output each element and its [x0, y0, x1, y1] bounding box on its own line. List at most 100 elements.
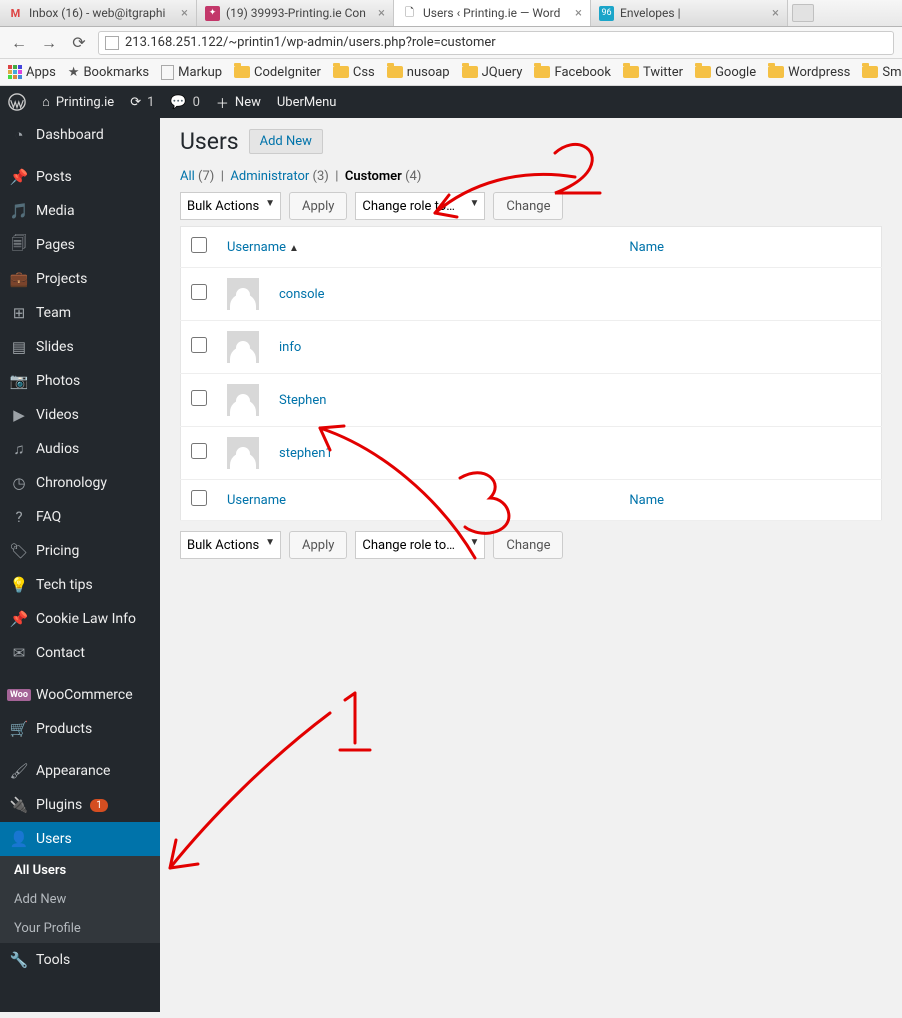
change-button[interactable]: Change — [493, 192, 563, 220]
row-checkbox[interactable] — [191, 284, 207, 300]
sidebar-item-users[interactable]: 👤Users — [0, 822, 160, 856]
wp-admin-bar: ⌂Printing.ie ⟳1 💬0 ＋New UberMenu — [0, 86, 902, 118]
updates-link[interactable]: ⟳1 — [130, 95, 154, 110]
sidebar-item-tools[interactable]: 🔧Tools — [0, 943, 160, 977]
sidebar-item-pages[interactable]: 🗐Pages — [0, 228, 160, 262]
select-all-checkbox[interactable] — [191, 237, 207, 253]
sidebar-item-label: Photos — [36, 373, 80, 389]
avatar — [227, 331, 259, 363]
bookmark-folder[interactable]: CodeIgniter — [234, 65, 321, 80]
comments-link[interactable]: 💬0 — [170, 95, 200, 110]
bulk-actions-select[interactable]: Bulk Actions — [180, 531, 281, 559]
sidebar-item-tech-tips[interactable]: 💡Tech tips — [0, 568, 160, 602]
ubermenu-link[interactable]: UberMenu — [277, 95, 337, 110]
filter-administrator[interactable]: Administrator — [230, 169, 309, 184]
wp-logo[interactable] — [8, 93, 26, 111]
tag-icon: 🏷 — [10, 542, 28, 560]
username-link[interactable]: stephen1 — [279, 446, 333, 461]
bookmark-folder[interactable]: Twitter — [623, 65, 683, 80]
sidebar-item-contact[interactable]: ✉Contact — [0, 636, 160, 670]
bookmark-item[interactable]: ★Bookmarks — [68, 65, 149, 80]
close-icon[interactable]: × — [181, 6, 188, 21]
new-tab-button[interactable] — [792, 4, 814, 22]
new-link[interactable]: ＋New — [216, 93, 261, 112]
sidebar-item-videos[interactable]: ▶Videos — [0, 398, 160, 432]
bookmark-folder[interactable]: SmartGi — [862, 65, 902, 80]
sidebar-item-audios[interactable]: ♫Audios — [0, 432, 160, 466]
sidebar-item-dashboard[interactable]: ◔Dashboard — [0, 118, 160, 152]
sidebar-item-chronology[interactable]: ◷Chronology — [0, 466, 160, 500]
bookmark-folder[interactable]: Facebook — [534, 65, 610, 80]
forward-button[interactable]: → — [38, 32, 60, 54]
submenu-item-add-new[interactable]: Add New — [0, 885, 160, 914]
sidebar-item-appearance[interactable]: 🖌Appearance — [0, 754, 160, 788]
col-username[interactable]: Username▲ — [217, 227, 619, 268]
apply-button[interactable]: Apply — [289, 531, 347, 559]
submenu-item-all-users[interactable]: All Users — [0, 856, 160, 885]
sidebar-item-label: Chronology — [36, 475, 107, 491]
row-checkbox[interactable] — [191, 337, 207, 353]
site-link[interactable]: ⌂Printing.ie — [42, 94, 114, 110]
bookmark-label: nusoap — [407, 65, 450, 80]
avatar — [227, 437, 259, 469]
filter-all[interactable]: All — [180, 169, 195, 184]
sidebar-item-cookie-law-info[interactable]: 📌Cookie Law Info — [0, 602, 160, 636]
browser-tab[interactable]: ✦ (19) 39993-Printing.ie Con × — [197, 0, 394, 26]
sidebar-item-faq[interactable]: ?FAQ — [0, 500, 160, 534]
sidebar-item-posts[interactable]: 📌Posts — [0, 160, 160, 194]
browser-tab-active[interactable]: 🗋 Users ‹ Printing.ie — Word × — [394, 0, 591, 26]
bookmark-item[interactable]: Markup — [161, 65, 222, 80]
add-new-button[interactable]: Add New — [249, 129, 323, 154]
sidebar-item-photos[interactable]: 📷Photos — [0, 364, 160, 398]
sidebar-item-media[interactable]: 🎵Media — [0, 194, 160, 228]
bookmark-label: Google — [715, 65, 756, 80]
sidebar-item-projects[interactable]: 💼Projects — [0, 262, 160, 296]
bookmark-folder[interactable]: Css — [333, 65, 375, 80]
change-role-select[interactable]: Change role to… — [355, 531, 485, 559]
media-icon: 🎵 — [10, 202, 28, 220]
col-name[interactable]: Name — [619, 227, 881, 268]
change-role-select[interactable]: Change role to… — [355, 192, 485, 220]
username-link[interactable]: Stephen — [279, 393, 326, 408]
sidebar-item-products[interactable]: 🛒Products — [0, 712, 160, 746]
sidebar-item-team[interactable]: ⊞Team — [0, 296, 160, 330]
col-name[interactable]: Name — [619, 480, 881, 521]
filter-customer[interactable]: Customer — [345, 169, 402, 184]
bulk-actions-select[interactable]: Bulk Actions — [180, 192, 281, 220]
back-button[interactable]: ← — [8, 32, 30, 54]
change-button[interactable]: Change — [493, 531, 563, 559]
row-checkbox[interactable] — [191, 443, 207, 459]
reload-button[interactable]: ⟳ — [68, 32, 90, 54]
sidebar-item-label: Dashboard — [36, 127, 104, 143]
sidebar-item-label: Projects — [36, 271, 87, 287]
close-icon[interactable]: × — [772, 6, 779, 21]
bookmark-folder[interactable]: JQuery — [462, 65, 523, 80]
col-username[interactable]: Username — [217, 480, 619, 521]
apply-button[interactable]: Apply — [289, 192, 347, 220]
sidebar-item-woocommerce[interactable]: WooWooCommerce — [0, 678, 160, 712]
sidebar-item-slides[interactable]: ▤Slides — [0, 330, 160, 364]
apps-button[interactable]: Apps — [8, 65, 56, 80]
sidebar-item-pricing[interactable]: 🏷Pricing — [0, 534, 160, 568]
address-bar[interactable]: 213.168.251.122/~printin1/wp-admin/users… — [98, 31, 894, 55]
browser-tab[interactable]: M Inbox (16) - web@itgraphi × — [0, 0, 197, 26]
page-icon: 🗋 — [402, 6, 417, 21]
browser-tab[interactable]: 96 Envelopes | × — [591, 0, 788, 26]
bookmark-folder[interactable]: Wordpress — [768, 65, 850, 80]
page-icon — [105, 36, 119, 50]
sidebar-item-label: Posts — [36, 169, 72, 185]
team-icon: ⊞ — [10, 304, 28, 322]
bookmark-folder[interactable]: Google — [695, 65, 756, 80]
username-link[interactable]: console — [279, 287, 325, 302]
slides-icon: ▤ — [10, 338, 28, 356]
select-all-checkbox[interactable] — [191, 490, 207, 506]
sidebar-item-plugins[interactable]: 🔌Plugins1 — [0, 788, 160, 822]
filter-all-count: (7) — [198, 169, 214, 184]
submenu-item-your-profile[interactable]: Your Profile — [0, 914, 160, 943]
close-icon[interactable]: × — [575, 6, 582, 21]
sidebar-submenu: All UsersAdd NewYour Profile — [0, 856, 160, 943]
username-link[interactable]: info — [279, 340, 301, 355]
row-checkbox[interactable] — [191, 390, 207, 406]
bookmark-folder[interactable]: nusoap — [387, 65, 450, 80]
close-icon[interactable]: × — [378, 6, 385, 21]
